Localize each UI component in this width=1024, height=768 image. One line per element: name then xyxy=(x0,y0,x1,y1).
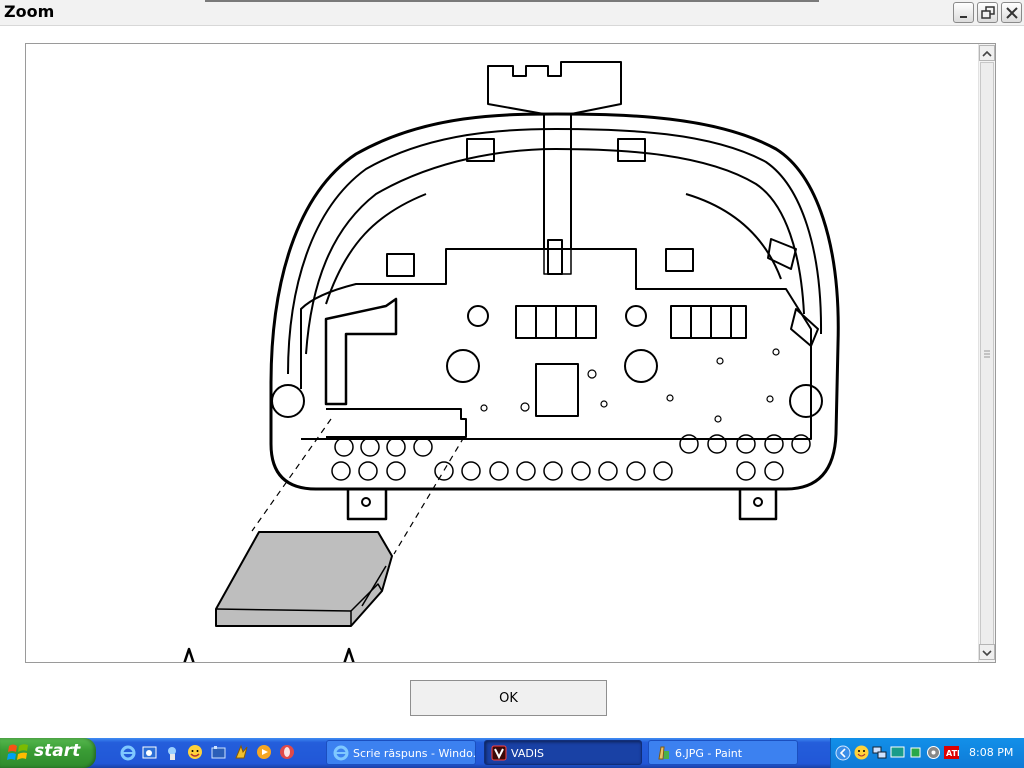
drawing-viewer xyxy=(25,43,996,663)
movie-maker-icon[interactable] xyxy=(210,744,227,761)
arrow-up-icon xyxy=(982,50,992,57)
svg-text:ATI: ATI xyxy=(946,749,959,758)
system-tray: ATI 8:08 PM xyxy=(830,738,1024,768)
ati-icon[interactable]: ATI xyxy=(944,745,959,760)
driver-settings-icon[interactable] xyxy=(926,745,941,760)
network-icon[interactable] xyxy=(872,745,887,760)
arrow-down-icon xyxy=(982,650,992,657)
restore-button[interactable] xyxy=(977,2,998,23)
internet-explorer-icon xyxy=(333,745,349,761)
opera-icon[interactable] xyxy=(279,744,296,761)
outlook-express-icon[interactable] xyxy=(141,744,158,761)
start-label: start xyxy=(34,741,81,761)
ok-button[interactable]: OK xyxy=(410,680,607,716)
tray-expand-icon[interactable] xyxy=(835,745,851,761)
messenger-icon[interactable] xyxy=(187,744,204,761)
scroll-up-button[interactable] xyxy=(979,45,995,61)
winamp-icon[interactable] xyxy=(233,744,250,761)
windows-logo-icon xyxy=(7,744,28,760)
task-button-vadis[interactable]: VADIS xyxy=(484,740,642,765)
minimize-button[interactable] xyxy=(953,2,974,23)
paint-icon xyxy=(658,746,669,760)
scroll-down-button[interactable] xyxy=(979,644,995,660)
minimize-icon xyxy=(960,16,967,18)
media-player-icon[interactable] xyxy=(164,744,181,761)
instrument-cluster-diagram xyxy=(183,61,840,662)
close-icon xyxy=(1006,7,1018,19)
title-strip xyxy=(205,0,819,2)
task-label: 6.JPG - Paint xyxy=(675,747,743,760)
title-bar: Zoom xyxy=(0,0,1024,26)
task-button-paint[interactable]: 6.JPG - Paint xyxy=(648,740,798,765)
window-title: Zoom xyxy=(4,2,55,21)
safely-remove-icon[interactable] xyxy=(908,745,923,760)
vertical-scrollbar[interactable] xyxy=(978,44,995,662)
vadis-icon xyxy=(491,745,507,761)
task-label: VADIS xyxy=(511,747,545,760)
start-button[interactable]: start xyxy=(0,738,96,768)
close-button[interactable] xyxy=(1001,2,1022,23)
taskbar: start Scrie răspuns - Windo... VADIS 6.J… xyxy=(0,738,1024,768)
task-label: Scrie răspuns - Windo... xyxy=(353,747,476,760)
scroll-thumb[interactable] xyxy=(980,62,994,648)
messenger-status-icon[interactable] xyxy=(854,745,869,760)
internet-explorer-icon[interactable] xyxy=(120,744,137,761)
restore-icon xyxy=(981,6,995,19)
monitor-icon[interactable] xyxy=(890,745,905,760)
task-button-ie[interactable]: Scrie răspuns - Windo... xyxy=(326,740,476,765)
clock: 8:08 PM xyxy=(969,746,1014,759)
grip-icon xyxy=(984,350,990,358)
media-icon[interactable] xyxy=(256,744,273,761)
